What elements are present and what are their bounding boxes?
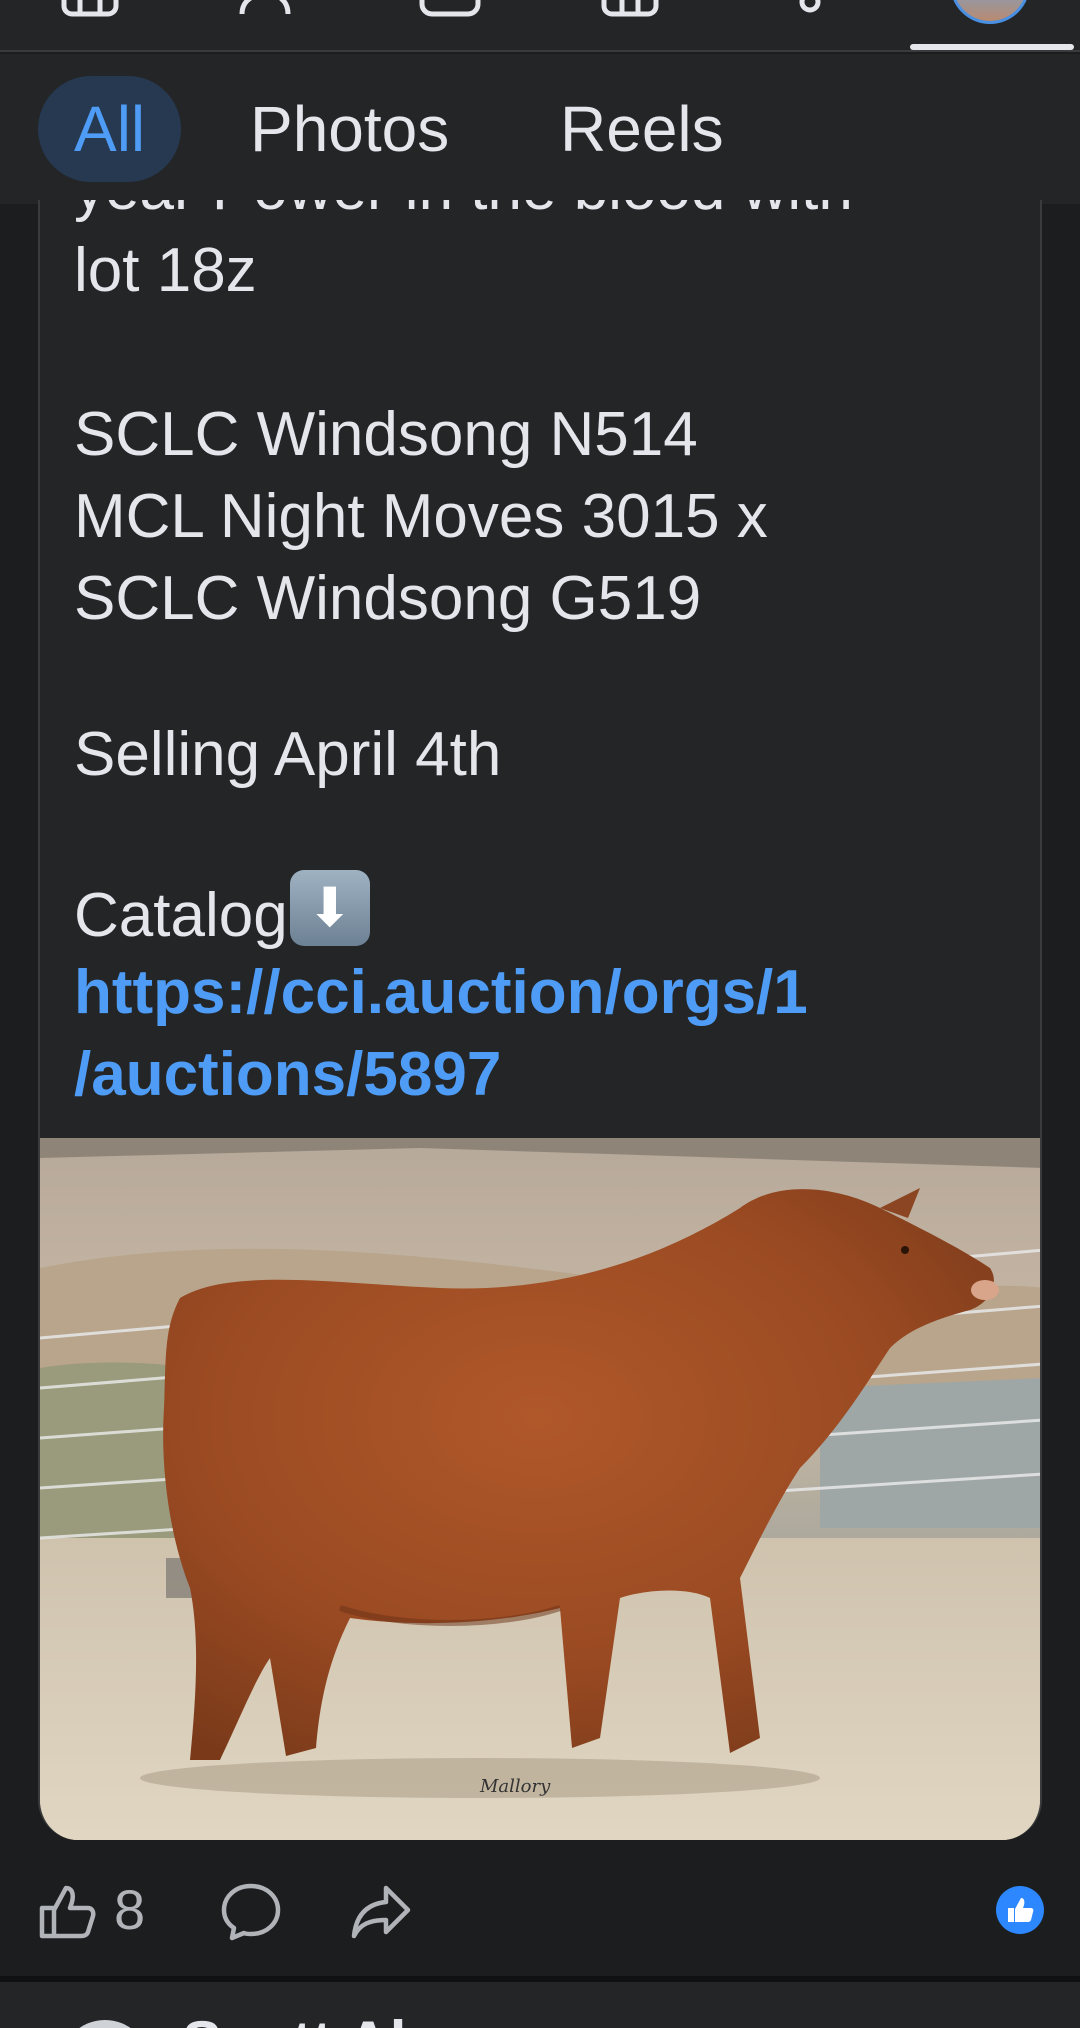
friends-icon[interactable] xyxy=(238,0,302,18)
notifications-icon[interactable] xyxy=(778,0,842,18)
post-catalog-line: Catalog xyxy=(74,870,370,957)
like-icon[interactable] xyxy=(36,1882,96,1947)
catalog-label: Catalog xyxy=(74,881,288,950)
post-name-line: SCLC Windsong N514 xyxy=(74,400,698,469)
next-post-avatar[interactable] xyxy=(60,2020,150,2028)
filter-photos[interactable]: Photos xyxy=(214,76,485,182)
profile-avatar[interactable] xyxy=(950,0,1030,24)
filter-reels[interactable]: Reels xyxy=(524,76,760,182)
post-card: year Power in the blood with lot 18z SCL… xyxy=(38,200,1042,1840)
down-arrow-icon xyxy=(289,870,370,946)
share-icon[interactable] xyxy=(350,1882,412,1947)
top-navigation-bar xyxy=(0,0,1080,52)
marketplace-icon[interactable] xyxy=(598,0,662,18)
photographer-signature: Mallory xyxy=(479,1776,551,1797)
comment-icon[interactable] xyxy=(220,1882,282,1947)
post-sale-line: Selling April 4th xyxy=(74,720,502,789)
post-body: lot 18z SCLC Windsong N514 MCL Night Mov… xyxy=(74,200,1014,1109)
next-post-author[interactable]: Scott Al xyxy=(182,2008,406,2028)
post-action-bar: 8 xyxy=(0,1860,1080,1960)
like-count[interactable]: 8 xyxy=(114,1876,145,1944)
cattle-photo-illustration: Mallory xyxy=(40,1138,1040,1840)
post-sire-line: MCL Night Moves 3015 x xyxy=(74,482,768,551)
filter-all[interactable]: All xyxy=(38,76,182,182)
post-lot-line: lot 18z xyxy=(74,236,257,305)
like-reaction-badge[interactable] xyxy=(996,1886,1044,1934)
catalog-link-line-2[interactable]: /auctions/5897 xyxy=(74,1034,501,1116)
active-tab-indicator xyxy=(910,44,1074,50)
next-post-header: Scott Al xyxy=(0,1982,1080,2028)
catalog-link-line-1[interactable]: https://cci.auction/orgs/1 xyxy=(74,952,808,1034)
post-dam-line: SCLC Windsong G519 xyxy=(74,564,702,633)
filter-bar: All Photos Reels xyxy=(0,54,1080,204)
home-icon[interactable] xyxy=(58,0,122,18)
post-photo[interactable]: Mallory xyxy=(40,1138,1040,1840)
video-icon[interactable] xyxy=(418,0,482,18)
